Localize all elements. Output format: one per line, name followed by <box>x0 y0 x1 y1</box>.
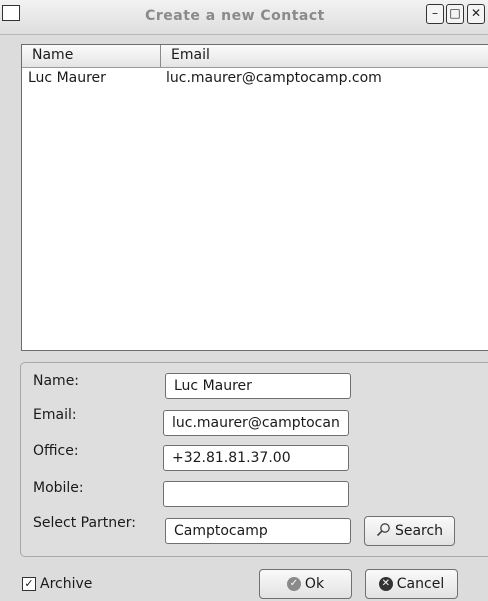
magnifier-icon <box>376 522 391 541</box>
contact-name-cell: Luc Maurer <box>28 70 106 86</box>
window-title: Create a new Contact <box>145 8 325 24</box>
list-header: Name Email <box>22 45 488 68</box>
minimize-button[interactable]: – <box>426 4 444 24</box>
contact-list[interactable]: Name Email Luc Maurer luc.maurer@camptoc… <box>21 44 488 351</box>
name-label: Name: <box>33 373 80 389</box>
search-button-label: Search <box>394 523 444 539</box>
mobile-label: Mobile: <box>33 480 84 496</box>
list-item[interactable]: Luc Maurer luc.maurer@camptocamp.com <box>22 67 488 89</box>
title-bar: Create a new Contact – □ ✕ <box>0 0 488 35</box>
mobile-input[interactable] <box>163 481 349 507</box>
close-button[interactable]: ✕ <box>467 4 485 24</box>
partner-input[interactable]: Camptocamp <box>165 518 351 544</box>
contact-form: Name: Luc Maurer Email: luc.maurer@campt… <box>20 362 488 557</box>
ok-button[interactable]: ✓ Ok <box>259 569 352 599</box>
office-input[interactable]: +32.81.81.37.00 <box>163 445 349 471</box>
cancel-icon: ✕ <box>378 577 393 591</box>
column-header-name[interactable]: Name <box>32 47 73 63</box>
archive-checkbox[interactable]: ✓ <box>22 577 36 591</box>
search-button[interactable]: Search <box>364 516 455 546</box>
email-label: Email: <box>33 407 77 423</box>
office-label: Office: <box>33 443 79 459</box>
ok-button-label: Ok <box>304 576 325 592</box>
email-input[interactable]: luc.maurer@camptocan <box>163 410 349 436</box>
column-header-email[interactable]: Email <box>171 47 210 63</box>
column-divider <box>160 45 161 67</box>
check-icon: ✓ <box>286 577 301 591</box>
cancel-button-label: Cancel <box>396 576 445 592</box>
archive-label: Archive <box>40 576 93 592</box>
select-partner-label: Select Partner: <box>33 515 136 531</box>
contact-email-cell: luc.maurer@camptocamp.com <box>166 70 382 86</box>
maximize-button[interactable]: □ <box>446 4 464 24</box>
cancel-button[interactable]: ✕ Cancel <box>365 569 458 599</box>
name-input[interactable]: Luc Maurer <box>165 373 351 399</box>
